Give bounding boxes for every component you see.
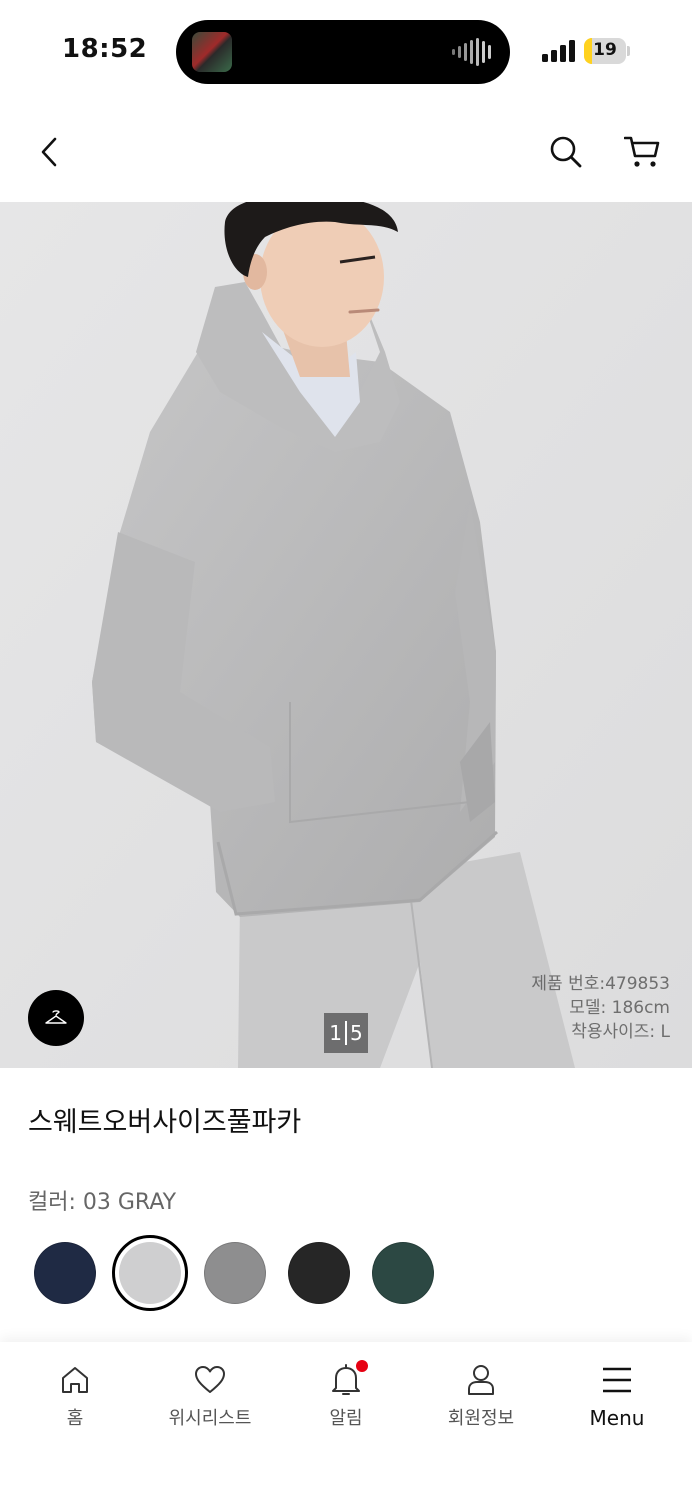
cart-icon <box>624 136 660 167</box>
swatch-fill <box>119 1242 181 1304</box>
model-height: 모델: 186cm <box>569 998 670 1018</box>
menu-icon <box>603 1367 631 1393</box>
chevron-left-icon <box>41 137 57 167</box>
battery-nub <box>627 46 630 56</box>
battery-icon: 19 <box>584 38 626 64</box>
virtual-try-on-button[interactable] <box>28 990 84 1046</box>
back-button[interactable] <box>26 128 74 176</box>
nav-item-notifications[interactable]: 알림 <box>278 1360 414 1430</box>
color-swatch-light-gray[interactable] <box>112 1235 188 1311</box>
user-icon <box>468 1365 494 1395</box>
status-time: 18:52 <box>62 34 148 64</box>
pager-separator <box>345 1021 347 1045</box>
status-bar: 18:52 19 <box>0 0 692 100</box>
nav-item-home[interactable]: 홈 <box>7 1360 143 1430</box>
total-pages: 5 <box>350 1021 363 1045</box>
product-number: 제품 번호:479853 <box>531 974 670 994</box>
model-info: 제품 번호:479853 모델: 186cm 착용사이즈: L <box>531 972 670 1044</box>
selected-color-label: 컬러: 03 GRAY <box>28 1190 177 1215</box>
nav-label-notifications: 알림 <box>329 1408 363 1429</box>
bottom-navigation: 홈 위시리스트 알림 회원정보 Menu <box>0 1342 692 1500</box>
worn-size: 착용사이즈: L <box>571 1022 670 1042</box>
color-swatch-dark-green[interactable] <box>372 1242 434 1304</box>
color-swatch-gray[interactable] <box>204 1242 266 1304</box>
app-header <box>0 100 692 202</box>
search-button[interactable] <box>542 128 590 176</box>
image-pager-indicator: 1 5 <box>324 1013 368 1053</box>
hanger-icon <box>45 1010 67 1024</box>
battery-level: 19 <box>593 40 617 60</box>
home-icon <box>62 1367 88 1393</box>
color-swatch-list <box>34 1235 674 1311</box>
color-swatch-black[interactable] <box>288 1242 350 1304</box>
nav-item-wishlist[interactable]: 위시리스트 <box>142 1360 278 1430</box>
product-image-gallery[interactable]: 1 5 제품 번호:479853 모델: 186cm 착용사이즈: L <box>0 202 692 1068</box>
heart-icon <box>195 1366 225 1393</box>
nav-item-member-info[interactable]: 회원정보 <box>413 1360 549 1430</box>
now-playing-artwork <box>192 32 232 72</box>
cart-button[interactable] <box>618 128 666 176</box>
cellular-signal-icon <box>542 40 575 62</box>
audio-waveform-icon <box>452 38 491 66</box>
nav-label-menu: Menu <box>589 1406 645 1430</box>
color-swatch-navy[interactable] <box>34 1242 96 1304</box>
nav-label-member-info: 회원정보 <box>447 1408 515 1429</box>
dynamic-island[interactable] <box>176 20 510 84</box>
product-photo <box>0 202 692 1068</box>
search-icon <box>550 136 582 168</box>
notification-badge <box>356 1360 368 1372</box>
current-page: 1 <box>329 1021 342 1045</box>
product-title: 스웨트오버사이즈풀파카 <box>28 1107 302 1138</box>
nav-item-menu[interactable]: Menu <box>549 1360 685 1430</box>
nav-label-home: 홈 <box>66 1408 84 1429</box>
nav-label-wishlist: 위시리스트 <box>168 1408 252 1429</box>
